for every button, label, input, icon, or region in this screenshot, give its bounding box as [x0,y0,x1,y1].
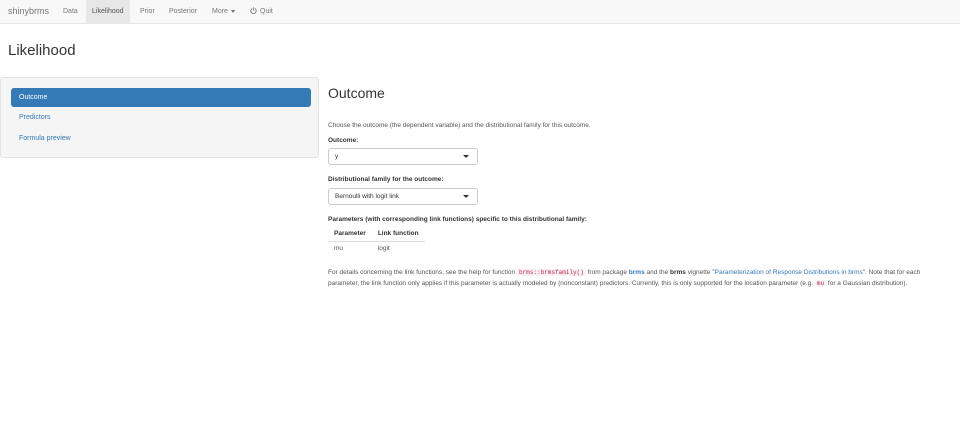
details-text-part: and the [644,269,671,276]
table-header: Parameter [328,227,372,242]
table-cell: mu [334,244,344,252]
power-icon [250,7,257,14]
family-select[interactable]: Bernoulli with logit link [328,188,478,205]
page-title: Likelihood [8,42,76,59]
details-text: For details concerning the link function… [328,267,953,289]
nav-tab-prior[interactable]: Prior [134,0,161,24]
code-snippet: brms::brmsfamily() [516,269,586,276]
chevron-down-icon [463,195,469,198]
code-snippet: mu [814,280,827,287]
params-label: Parameters (with corresponding link func… [328,216,587,223]
family-label: Distributional family for the outcome: [328,176,444,183]
chevron-down-icon [463,155,469,158]
details-text-part: For details concerning the link function… [328,269,517,276]
sidebar-item-predictors[interactable]: Predictors [11,108,311,127]
vignette-link[interactable]: Parameterization of Response Distributio… [715,269,863,276]
table-cell: logit [377,244,390,252]
section-title: Outcome [328,85,385,101]
top-navbar: shinybrms Data Likelihood Prior Posterio… [0,0,960,24]
table-row: mu logit [328,241,425,255]
sidebar-panel: Outcome Predictors Formula preview [0,77,319,158]
details-text-part: from package [585,269,629,276]
sidebar-item-formula-preview[interactable]: Formula preview [11,129,311,148]
table-header-row: Parameter Link function [328,227,425,242]
outcome-select-value: y [335,153,339,160]
outcome-label: Outcome: [328,137,359,144]
sidebar-item-outcome[interactable]: Outcome [11,88,311,107]
nav-quit-label: Quit [260,8,273,15]
nav-quit-button[interactable]: Quit [244,0,279,24]
details-text-part: for a Gaussian distribution). [826,280,908,287]
package-name-link[interactable]: brms [629,269,645,276]
navbar-brand[interactable]: shinybrms [8,6,49,16]
package-name: brms [670,269,686,276]
nav-tab-posterior[interactable]: Posterior [163,0,203,24]
family-select-value: Bernoulli with logit link [335,193,399,200]
caret-down-icon [230,9,235,13]
nav-menu-more[interactable]: More [206,0,241,24]
table-header: Link function [371,227,425,242]
intro-text: Choose the outcome (the dependent variab… [328,122,591,129]
details-text-part: vignette " [685,269,715,276]
params-table: Parameter Link function mu logit [328,227,425,255]
nav-tab-likelihood[interactable]: Likelihood [86,0,130,24]
nav-tab-data[interactable]: Data [57,0,84,24]
nav-menu-more-label: More [212,8,228,15]
outcome-select[interactable]: y [328,148,478,165]
